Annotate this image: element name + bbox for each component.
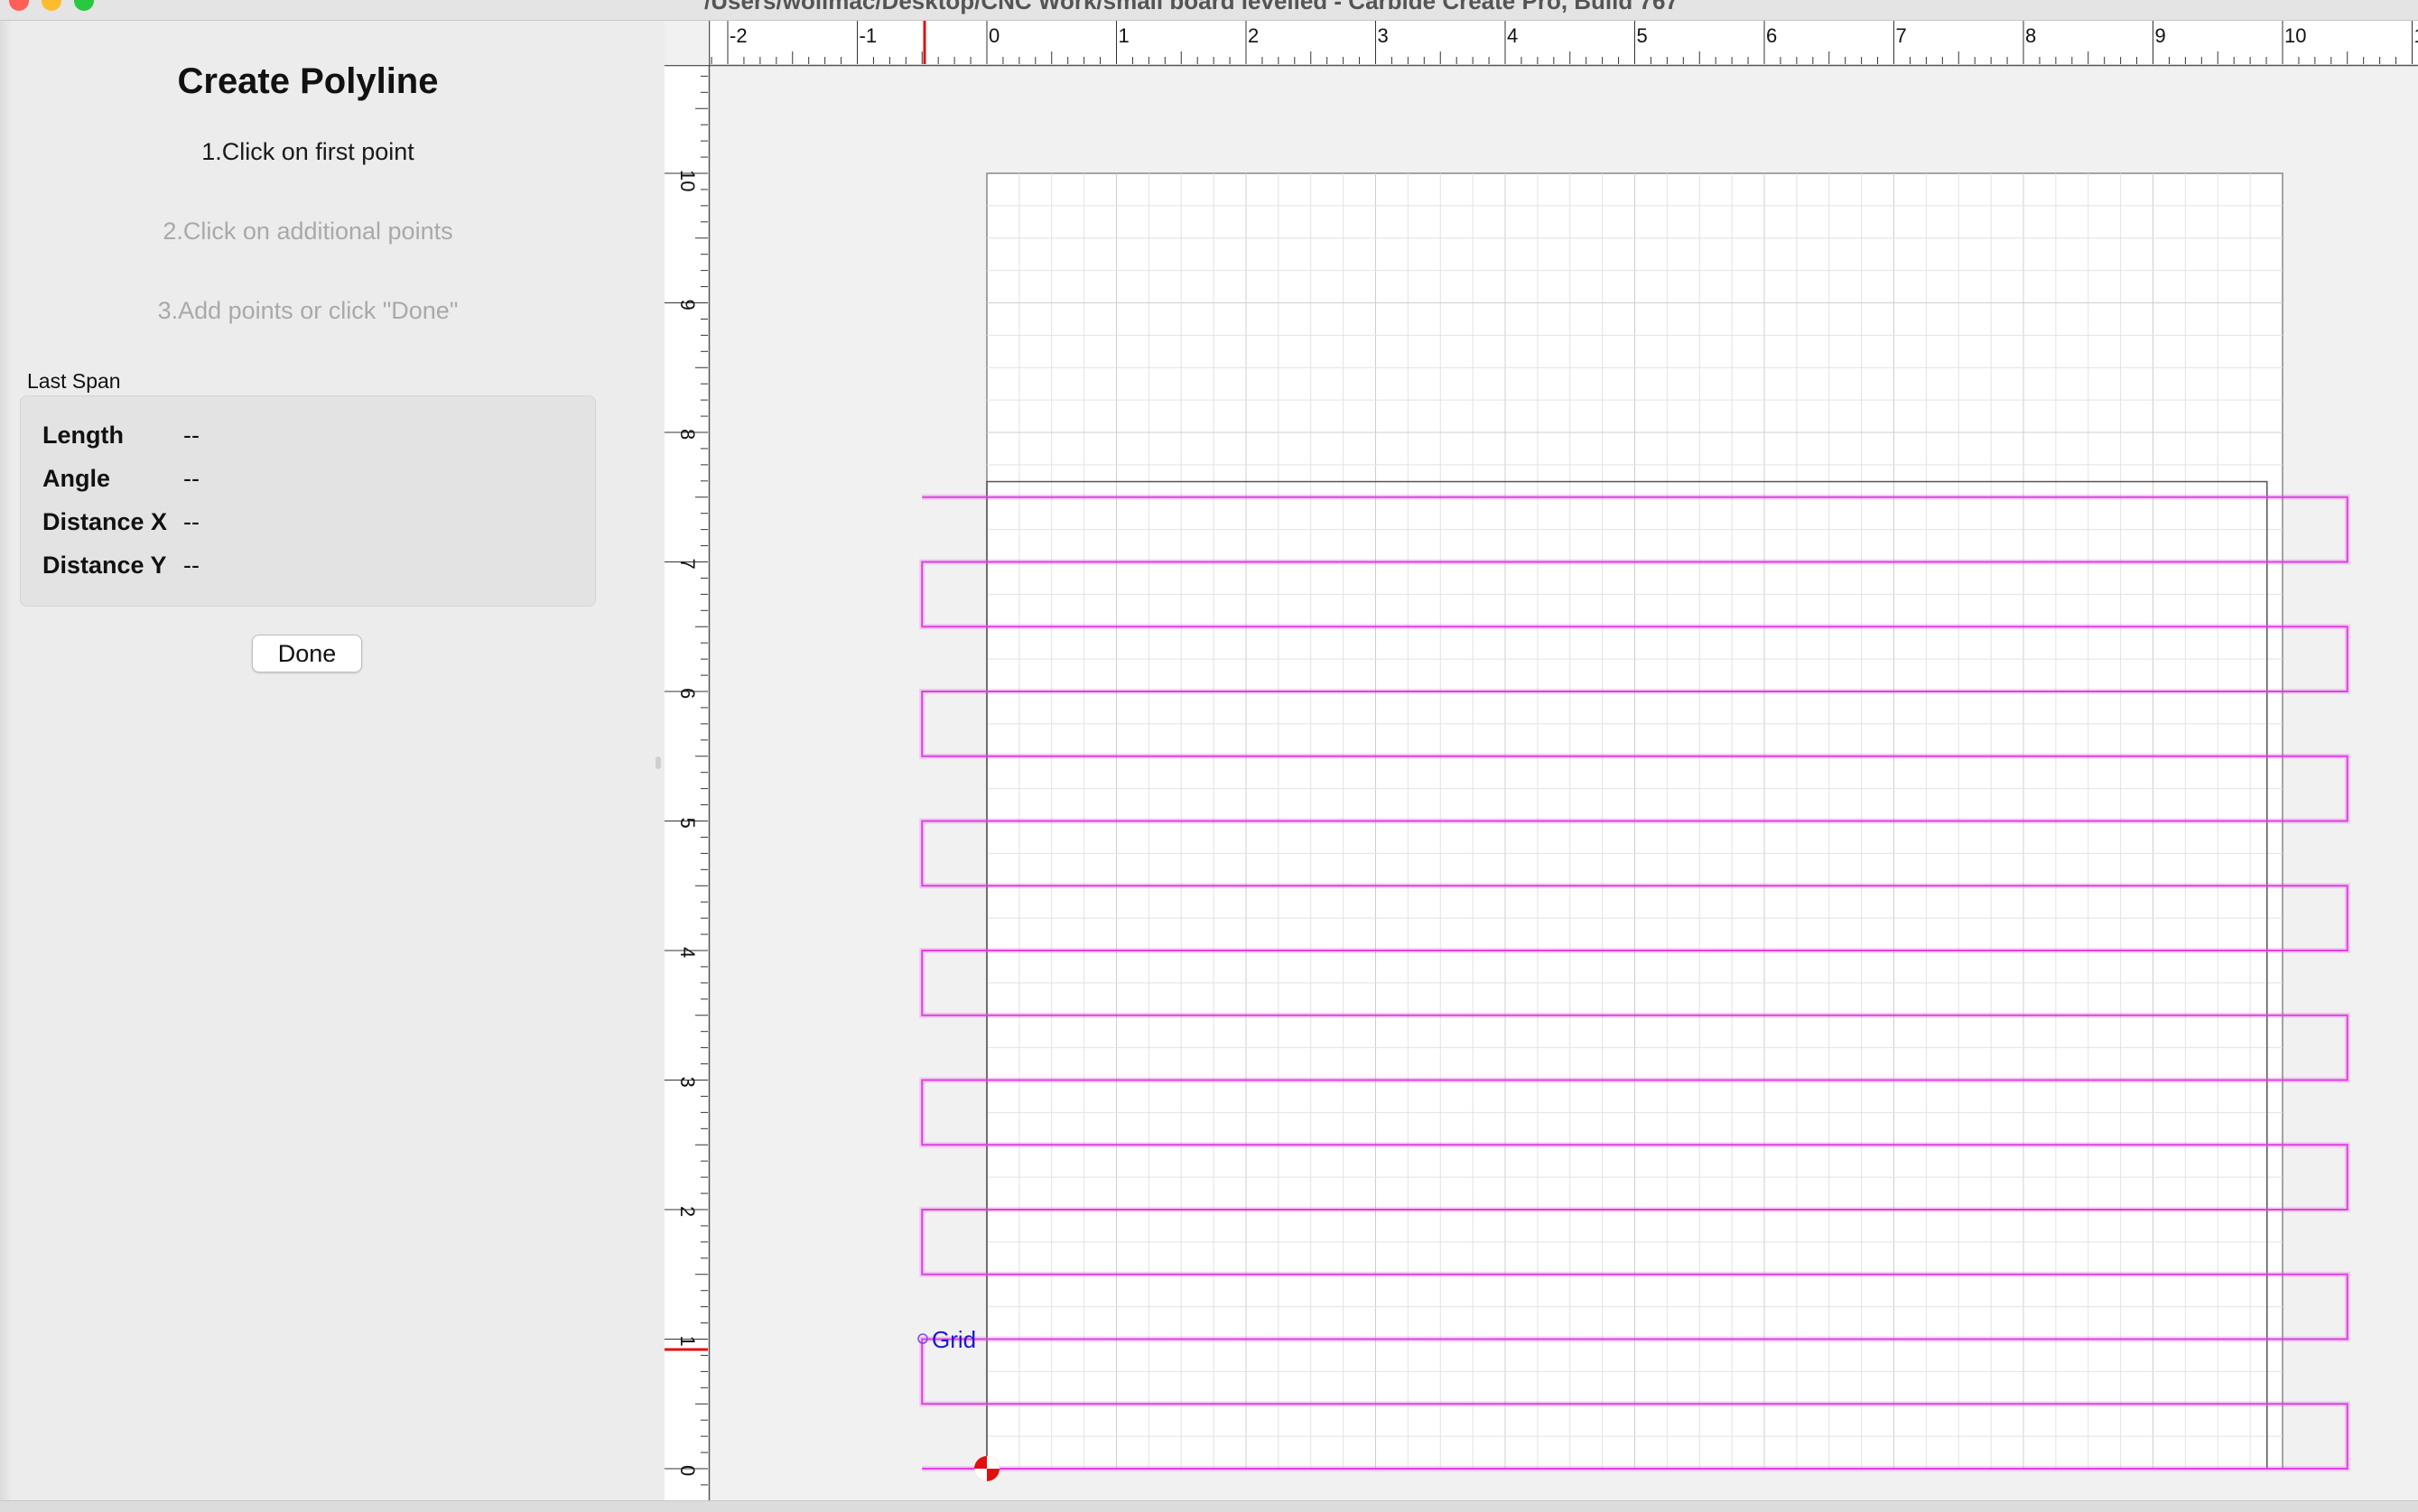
angle-row: Angle--: [42, 465, 200, 493]
create-polyline-panel: Create Polyline 1.Click on first point 2…: [0, 21, 653, 1500]
ruler-y-label: 6: [676, 688, 699, 699]
ruler-y-label: 2: [676, 1206, 699, 1217]
length-value: --: [183, 422, 200, 449]
minimize-window-button[interactable]: [42, 0, 61, 11]
step-3-instruction: 3.Add points or click "Done": [0, 297, 616, 325]
last-span-box: Length-- Angle-- Distance X-- Distance Y…: [20, 395, 596, 607]
ruler-x-label: 9: [2155, 24, 2166, 47]
panel-splitter[interactable]: [652, 21, 665, 1500]
ruler-x-label: -1: [860, 24, 878, 47]
panel-title: Create Polyline: [0, 61, 616, 102]
ruler-x-label: 4: [1507, 24, 1518, 47]
distance-x-value: --: [183, 508, 200, 535]
ruler-y-label: 5: [676, 818, 699, 829]
ruler-y-label: 9: [676, 300, 699, 311]
zoom-window-button[interactable]: [74, 0, 94, 11]
ruler-x-label: 8: [2025, 24, 2036, 47]
angle-value: --: [183, 465, 200, 492]
ruler-y-label: 10: [676, 170, 699, 191]
ruler-corner: [665, 21, 709, 65]
distance-y-row: Distance Y--: [42, 552, 200, 580]
ruler-x-label: 6: [1766, 24, 1777, 47]
done-button[interactable]: Done: [252, 635, 362, 673]
distance-x-row: Distance X--: [42, 508, 200, 536]
splitter-grip-icon[interactable]: [656, 756, 661, 769]
angle-label: Angle: [42, 465, 183, 493]
ruler-y-label: 8: [676, 429, 699, 440]
length-label: Length: [42, 422, 183, 450]
ruler-y-label: 3: [676, 1077, 699, 1088]
distance-x-label: Distance X: [42, 508, 183, 536]
ruler-x-label: 11: [2414, 24, 2418, 47]
status-bar: [0, 1500, 2418, 1512]
ruler-x-label: -2: [730, 24, 748, 47]
ruler-y-label: 1: [676, 1336, 699, 1347]
window-titlebar: /Users/wollmac/Desktop/CNC Work/small bo…: [0, 0, 2418, 21]
close-window-button[interactable]: [9, 0, 29, 11]
length-row: Length--: [42, 422, 200, 450]
design-canvas-area[interactable]: -2 -1 0 1 2 3 4 5 6 7 8 9 10 11 0 1 2 3 4 5 6 7 8 9 10 Grid: [665, 21, 2418, 1500]
ruler-x-label: 2: [1248, 24, 1259, 47]
design-canvas[interactable]: -2 -1 0 1 2 3 4 5 6 7 8 9 10 11 0 1 2 3 4 5 6 7 8 9 10 Grid: [665, 21, 2418, 1500]
ruler-x-label: 3: [1378, 24, 1389, 47]
ruler-y-label: 7: [676, 559, 699, 570]
ruler-x-label: 10: [2284, 24, 2306, 47]
ruler-y-label: 0: [676, 1465, 699, 1476]
ruler-y-label: 4: [676, 947, 699, 958]
ruler-x-label: 1: [1119, 24, 1130, 47]
distance-y-label: Distance Y: [42, 552, 183, 580]
ruler-x-label: 5: [1637, 24, 1648, 47]
ruler-x-label: 7: [1896, 24, 1907, 47]
last-span-label: Last Span: [27, 369, 121, 394]
grid-label: Grid: [932, 1326, 976, 1353]
distance-y-value: --: [183, 552, 200, 579]
ruler-x-label: 0: [989, 24, 1000, 47]
step-1-instruction: 1.Click on first point: [0, 138, 616, 166]
step-2-instruction: 2.Click on additional points: [0, 218, 616, 246]
window-title: /Users/wollmac/Desktop/CNC Work/small bo…: [704, 0, 1679, 15]
origin-marker-icon: [974, 1456, 1000, 1481]
left-ruler: [665, 21, 709, 1500]
